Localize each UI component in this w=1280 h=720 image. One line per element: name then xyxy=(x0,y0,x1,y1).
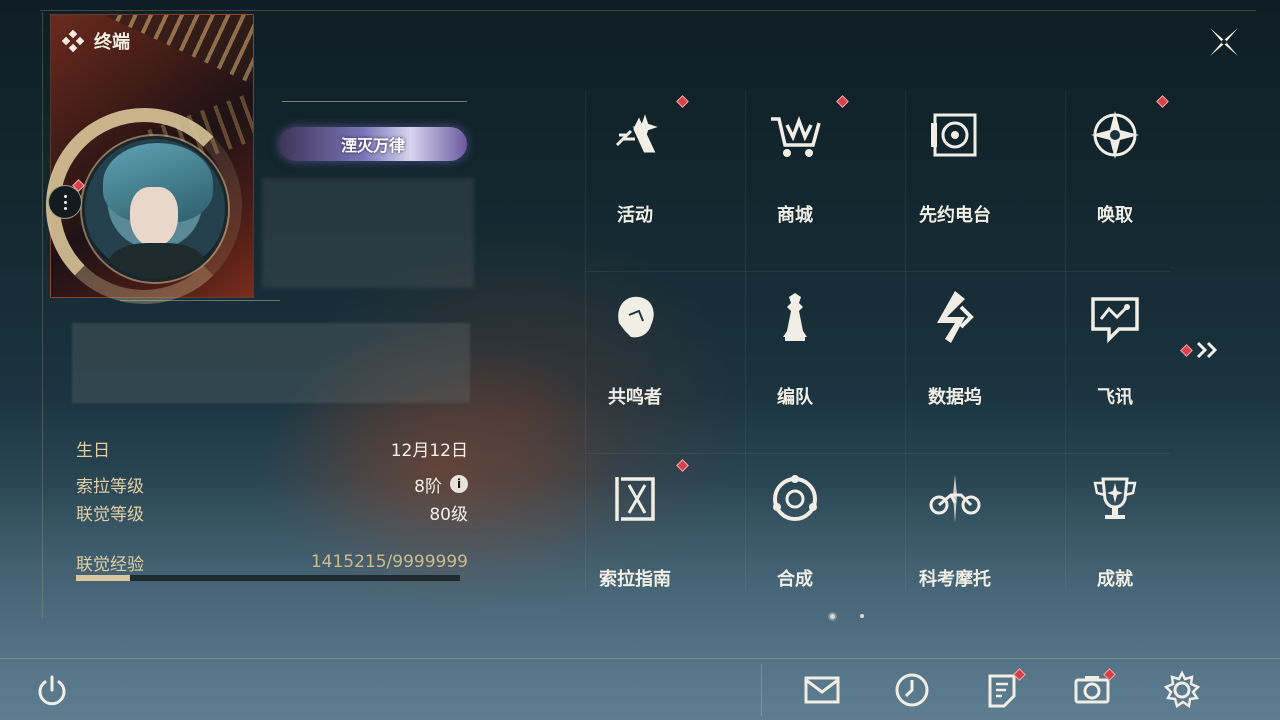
notification-badge-dot xyxy=(1156,95,1169,108)
trophy-icon xyxy=(1085,469,1145,529)
chevron-double-right-icon xyxy=(1196,341,1218,359)
blurred-player-name xyxy=(262,178,474,288)
menu-item-label: 先约电台 xyxy=(919,205,991,226)
menu-item-label: 科考摩托 xyxy=(919,569,991,590)
stat-label: 生日 xyxy=(76,440,110,461)
notice-button[interactable] xyxy=(982,668,1026,710)
notification-badge-dot xyxy=(836,95,849,108)
page-title-row: 终端 xyxy=(62,28,130,54)
blurred-signature xyxy=(72,323,470,403)
activity-icon xyxy=(605,105,665,165)
stat-value: 80级 xyxy=(429,504,468,525)
menu-item-label: 索拉指南 xyxy=(599,569,671,590)
stat-value: 12月12日 xyxy=(390,440,468,461)
mail-icon xyxy=(804,676,840,704)
menu-item-motorcycle[interactable]: 科考摩托 xyxy=(875,449,1035,619)
menu-item-label: 合成 xyxy=(777,569,813,590)
avatar-more-button[interactable] xyxy=(48,185,82,219)
stat-label: 索拉等级 xyxy=(76,476,144,497)
page-title: 终端 xyxy=(94,32,130,53)
menu-item-chess-pieces[interactable]: 编队 xyxy=(715,267,875,437)
menu-item-chat-bubble[interactable]: 飞讯 xyxy=(1035,267,1195,437)
page-dot[interactable] xyxy=(860,614,864,618)
avatar[interactable] xyxy=(82,136,228,282)
close-button[interactable] xyxy=(1204,22,1244,62)
stat-value-with-info: 8阶 i xyxy=(414,472,468,497)
menu-item-radio[interactable]: 先约电台 xyxy=(875,85,1035,255)
menu-item-trophy[interactable]: 成就 xyxy=(1035,449,1195,619)
chess-pieces-icon xyxy=(765,287,825,347)
page-dot-active[interactable] xyxy=(830,614,835,619)
menu-item-synthesis[interactable]: 合成 xyxy=(715,449,875,619)
stat-label: 联觉经验 xyxy=(76,554,144,575)
data-bank-icon xyxy=(925,287,985,347)
next-page-badge-dot xyxy=(1180,343,1193,357)
menu-item-label: 飞讯 xyxy=(1097,387,1133,408)
shop-cart-icon xyxy=(765,105,825,165)
radio-icon xyxy=(925,105,985,165)
settings-gear-button[interactable] xyxy=(1162,670,1202,710)
close-icon xyxy=(1210,28,1238,56)
next-page-button[interactable] xyxy=(1180,340,1222,360)
resonator-head-icon xyxy=(605,287,665,347)
menu-item-shop-cart[interactable]: 商城 xyxy=(715,85,875,255)
synthesis-icon xyxy=(765,469,825,529)
convene-star-icon xyxy=(1085,105,1145,165)
menu-grid: 活动 商城 先约电台 唤取共鸣者 编队 数据坞 飞讯索拉指南 合成 科考摩托 成就 xyxy=(555,85,1195,595)
info-icon[interactable]: i xyxy=(450,475,468,493)
stat-row-union-xp: 联觉经验 1415215/9999999 xyxy=(76,550,468,575)
chat-bubble-icon xyxy=(1085,287,1145,347)
frame-left-line xyxy=(42,12,43,618)
stat-label: 联觉等级 xyxy=(76,504,144,525)
menu-item-activity[interactable]: 活动 xyxy=(555,85,715,255)
power-icon xyxy=(38,675,66,706)
menu-item-label: 数据坞 xyxy=(928,387,982,408)
notification-badge-dot xyxy=(676,95,689,108)
avatar-divider xyxy=(120,300,280,301)
bottom-bar-line xyxy=(0,658,1280,659)
page-indicator xyxy=(826,612,876,622)
stat-value: 1415215/9999999 xyxy=(310,552,468,572)
menu-item-label: 活动 xyxy=(617,205,653,226)
menu-item-data-bank[interactable]: 数据坞 xyxy=(875,267,1035,437)
menu-item-label: 商城 xyxy=(777,205,813,226)
clock-button[interactable] xyxy=(892,670,932,710)
stat-row-sol-rank: 索拉等级 8阶 i xyxy=(76,472,468,497)
stat-row-union-level: 联觉等级 80级 xyxy=(76,500,468,525)
bottom-bar-separator xyxy=(761,664,762,716)
stat-value: 8阶 xyxy=(414,476,442,497)
settings-gear-icon xyxy=(1163,670,1201,709)
name-divider xyxy=(282,101,467,102)
xp-progress-fill xyxy=(76,575,131,581)
menu-item-label: 成就 xyxy=(1097,569,1133,590)
stat-row-birthday: 生日 12月12日 xyxy=(76,436,468,461)
menu-item-resonator-head[interactable]: 共鸣者 xyxy=(555,267,715,437)
menu-item-label: 共鸣者 xyxy=(608,387,662,408)
camera-button[interactable] xyxy=(1072,668,1116,710)
power-button[interactable] xyxy=(34,673,70,709)
frame-top-line xyxy=(40,10,1256,11)
menu-item-label: 编队 xyxy=(777,387,813,408)
notification-badge-dot xyxy=(676,459,689,472)
menu-item-convene-star[interactable]: 唤取 xyxy=(1035,85,1195,255)
menu-item-guidebook[interactable]: 索拉指南 xyxy=(555,449,715,619)
title-badge-label: 湮灭万律 xyxy=(340,136,405,155)
xp-progress-bar xyxy=(76,575,460,581)
menu-item-label: 唤取 xyxy=(1097,205,1133,226)
title-badge[interactable]: 湮灭万律 xyxy=(279,127,467,161)
motorcycle-icon xyxy=(925,469,985,529)
clock-icon xyxy=(895,673,929,707)
mail-button[interactable] xyxy=(802,670,842,710)
guidebook-icon xyxy=(605,469,665,529)
diamond-cluster-icon xyxy=(62,30,84,52)
